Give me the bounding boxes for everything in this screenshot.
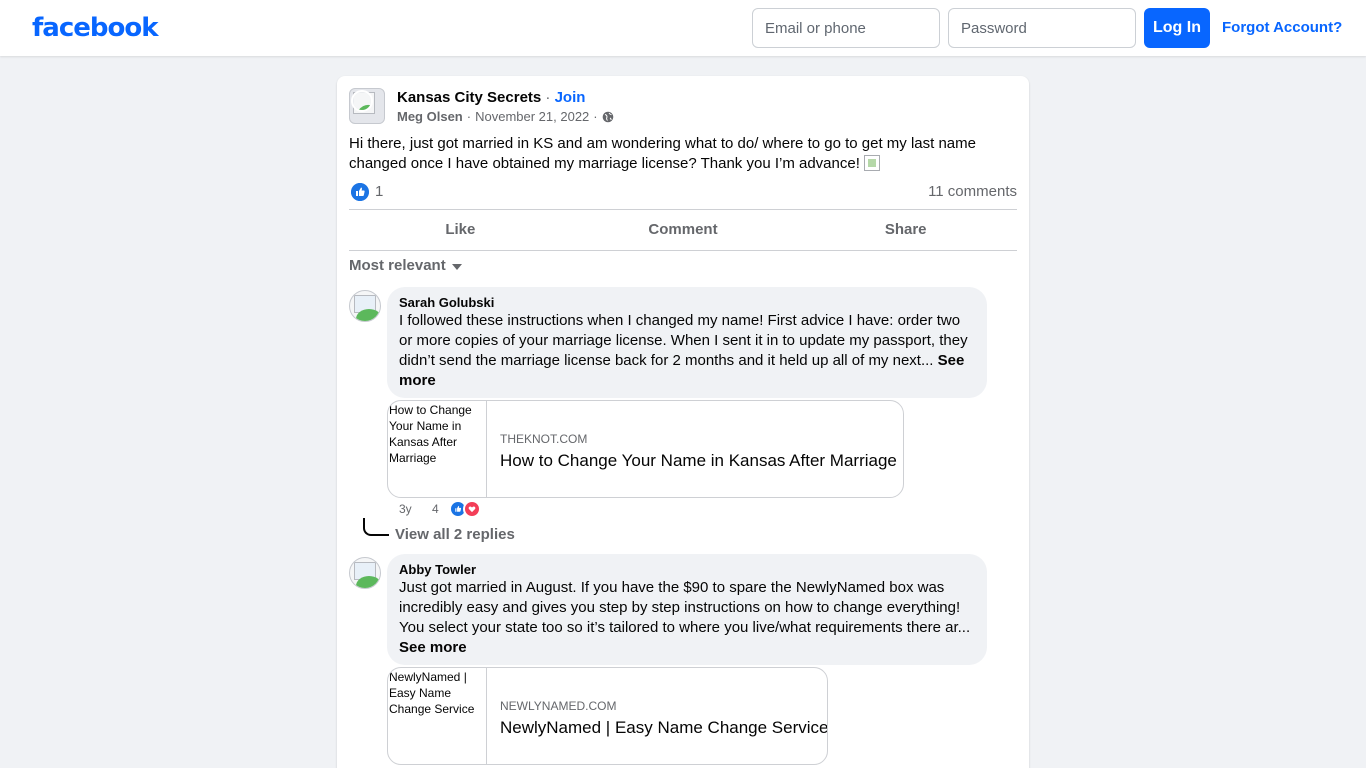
password-field[interactable] — [948, 8, 1136, 48]
link-thumbnail: How to Change Your Name in Kansas After … — [388, 401, 487, 497]
link-title: NewlyNamed | Easy Name Change Service — [500, 718, 828, 737]
caret-down-icon — [451, 264, 462, 270]
link-preview-card[interactable]: How to Change Your Name in Kansas After … — [387, 400, 904, 498]
meta-dot: · — [466, 109, 472, 124]
comment-meta: 3y 4 — [399, 500, 481, 518]
comment-body: Just got married in August. If you have … — [399, 579, 971, 636]
comment-age[interactable]: 3y — [399, 501, 432, 517]
view-replies-link[interactable]: View all 2 replies — [395, 525, 515, 545]
commenter-avatar[interactable] — [349, 557, 381, 589]
comments-count[interactable]: 11 comments — [928, 183, 1017, 201]
facebook-logo[interactable]: facebook — [32, 10, 159, 46]
author-avatar[interactable] — [351, 90, 373, 112]
post-author[interactable]: Meg Olsen — [397, 109, 463, 125]
email-field[interactable] — [752, 8, 940, 48]
sort-label: Most relevant — [349, 257, 446, 274]
comment-button[interactable]: Comment — [572, 210, 795, 250]
comment-body: I followed these instructions when I cha… — [399, 312, 968, 369]
post-text: Hi there, just got married in KS and am … — [349, 134, 1017, 174]
post-body: Hi there, just got married in KS and am … — [349, 135, 976, 172]
like-button[interactable]: Like — [349, 210, 572, 250]
share-button[interactable]: Share — [794, 210, 1017, 250]
group-separator: · — [541, 89, 555, 106]
comment-author[interactable]: Abby Towler — [399, 562, 975, 578]
comment-bubble: Abby Towler Just got married in August. … — [387, 554, 987, 665]
comment-bubble: Sarah Golubski I followed these instruct… — [387, 287, 987, 398]
see-more-link[interactable]: See more — [399, 639, 467, 656]
link-domain: NEWLYNAMED.COM — [500, 699, 617, 713]
comment-text: Just got married in August. If you have … — [399, 578, 975, 658]
comment-reactions[interactable] — [439, 500, 481, 518]
reply-thread-line — [363, 518, 389, 536]
link-thumbnail: NewlyNamed | Easy Name Change Service — [388, 668, 487, 764]
post-meta: Meg Olsen · November 21, 2022 · — [397, 109, 614, 125]
group-line: Kansas City Secrets · Join — [397, 88, 585, 108]
like-count[interactable]: 1 — [375, 183, 383, 201]
link-domain: THEKNOT.COM — [500, 432, 588, 446]
top-navigation-bar: facebook Log In Forgot Account? — [0, 0, 1366, 56]
comment-reaction-count[interactable]: 4 — [432, 501, 439, 517]
comment-author[interactable]: Sarah Golubski — [399, 295, 975, 311]
post-action-bar: Like Comment Share — [349, 209, 1017, 251]
forgot-account-link[interactable]: Forgot Account? — [1222, 18, 1342, 38]
post-date[interactable]: November 21, 2022 — [475, 109, 589, 125]
reactions-summary: 1 11 comments — [349, 182, 1017, 202]
login-button[interactable]: Log In — [1144, 8, 1210, 48]
comment-text: I followed these instructions when I cha… — [399, 311, 975, 391]
post-card: Kansas City Secrets · Join Meg Olsen · N… — [337, 76, 1029, 768]
love-reaction-icon — [462, 500, 481, 518]
link-title: How to Change Your Name in Kansas After … — [500, 451, 897, 470]
comment-sort-dropdown[interactable]: Most relevant — [349, 256, 462, 276]
link-preview-card[interactable]: NewlyNamed | Easy Name Change Service NE… — [387, 667, 828, 765]
like-reaction-icon[interactable] — [351, 183, 369, 201]
broken-image-icon — [863, 155, 880, 171]
globe-icon — [602, 111, 613, 123]
meta-dot: · — [593, 109, 598, 124]
join-group-link[interactable]: Join — [555, 89, 586, 106]
commenter-avatar[interactable] — [349, 290, 381, 322]
group-name[interactable]: Kansas City Secrets — [397, 89, 541, 106]
